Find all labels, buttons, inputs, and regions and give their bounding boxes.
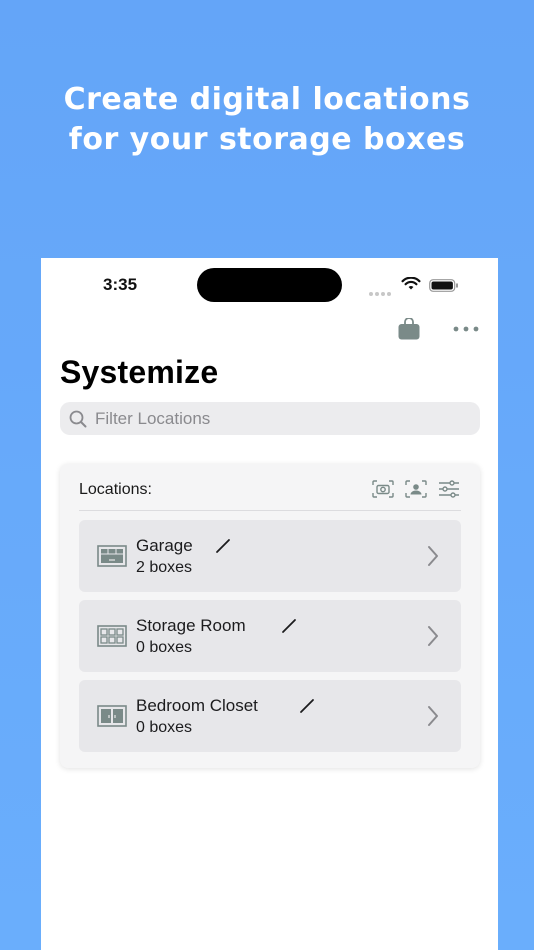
person-scan-icon[interactable] [405, 480, 427, 498]
promo-headline: Create digital locations for your storag… [0, 80, 534, 160]
phone-screen: 3:35 Systemize Locations: [41, 258, 498, 950]
location-box-count: 0 boxes [136, 639, 193, 656]
dynamic-island [197, 268, 342, 302]
card-divider [79, 510, 461, 511]
location-row-storage-room[interactable]: Storage Room 0 boxes [79, 600, 461, 672]
search-bar[interactable] [60, 402, 480, 435]
location-box-count: 2 boxes [136, 559, 193, 576]
location-name: Garage [136, 536, 193, 555]
location-row-bedroom-closet[interactable]: Bedroom Closet 0 boxes [79, 680, 461, 752]
sliders-icon[interactable] [438, 480, 460, 498]
chevron-right-icon [428, 546, 438, 566]
location-box-count: 0 boxes [136, 719, 193, 736]
shelves-icon [97, 625, 127, 647]
promo-line-2: for your storage boxes [68, 122, 466, 157]
closet-icon [97, 705, 127, 727]
pencil-icon[interactable] [299, 698, 315, 714]
more-options-icon[interactable] [453, 326, 479, 332]
pencil-icon[interactable] [215, 538, 231, 554]
promo-line-1: Create digital locations [63, 82, 471, 117]
page-title: Systemize [60, 354, 219, 390]
signal-icon [369, 283, 393, 301]
search-input[interactable] [95, 402, 465, 435]
location-name: Storage Room [136, 616, 246, 635]
location-row-garage[interactable]: Garage 2 boxes [79, 520, 461, 592]
chevron-right-icon [428, 706, 438, 726]
status-time: 3:35 [103, 275, 138, 294]
locations-card: Locations: Garage 2 boxes Storage Room 0… [60, 464, 480, 768]
battery-icon [429, 279, 458, 292]
status-indicators [369, 277, 469, 296]
chevron-right-icon [428, 626, 438, 646]
wifi-icon [401, 277, 421, 290]
pencil-icon[interactable] [281, 618, 297, 634]
search-icon [69, 410, 87, 428]
camera-icon[interactable] [372, 480, 394, 498]
locations-card-title: Locations: [79, 481, 152, 498]
location-name: Bedroom Closet [136, 696, 258, 715]
shopping-bag-icon[interactable] [397, 318, 421, 340]
garage-icon [97, 545, 127, 567]
